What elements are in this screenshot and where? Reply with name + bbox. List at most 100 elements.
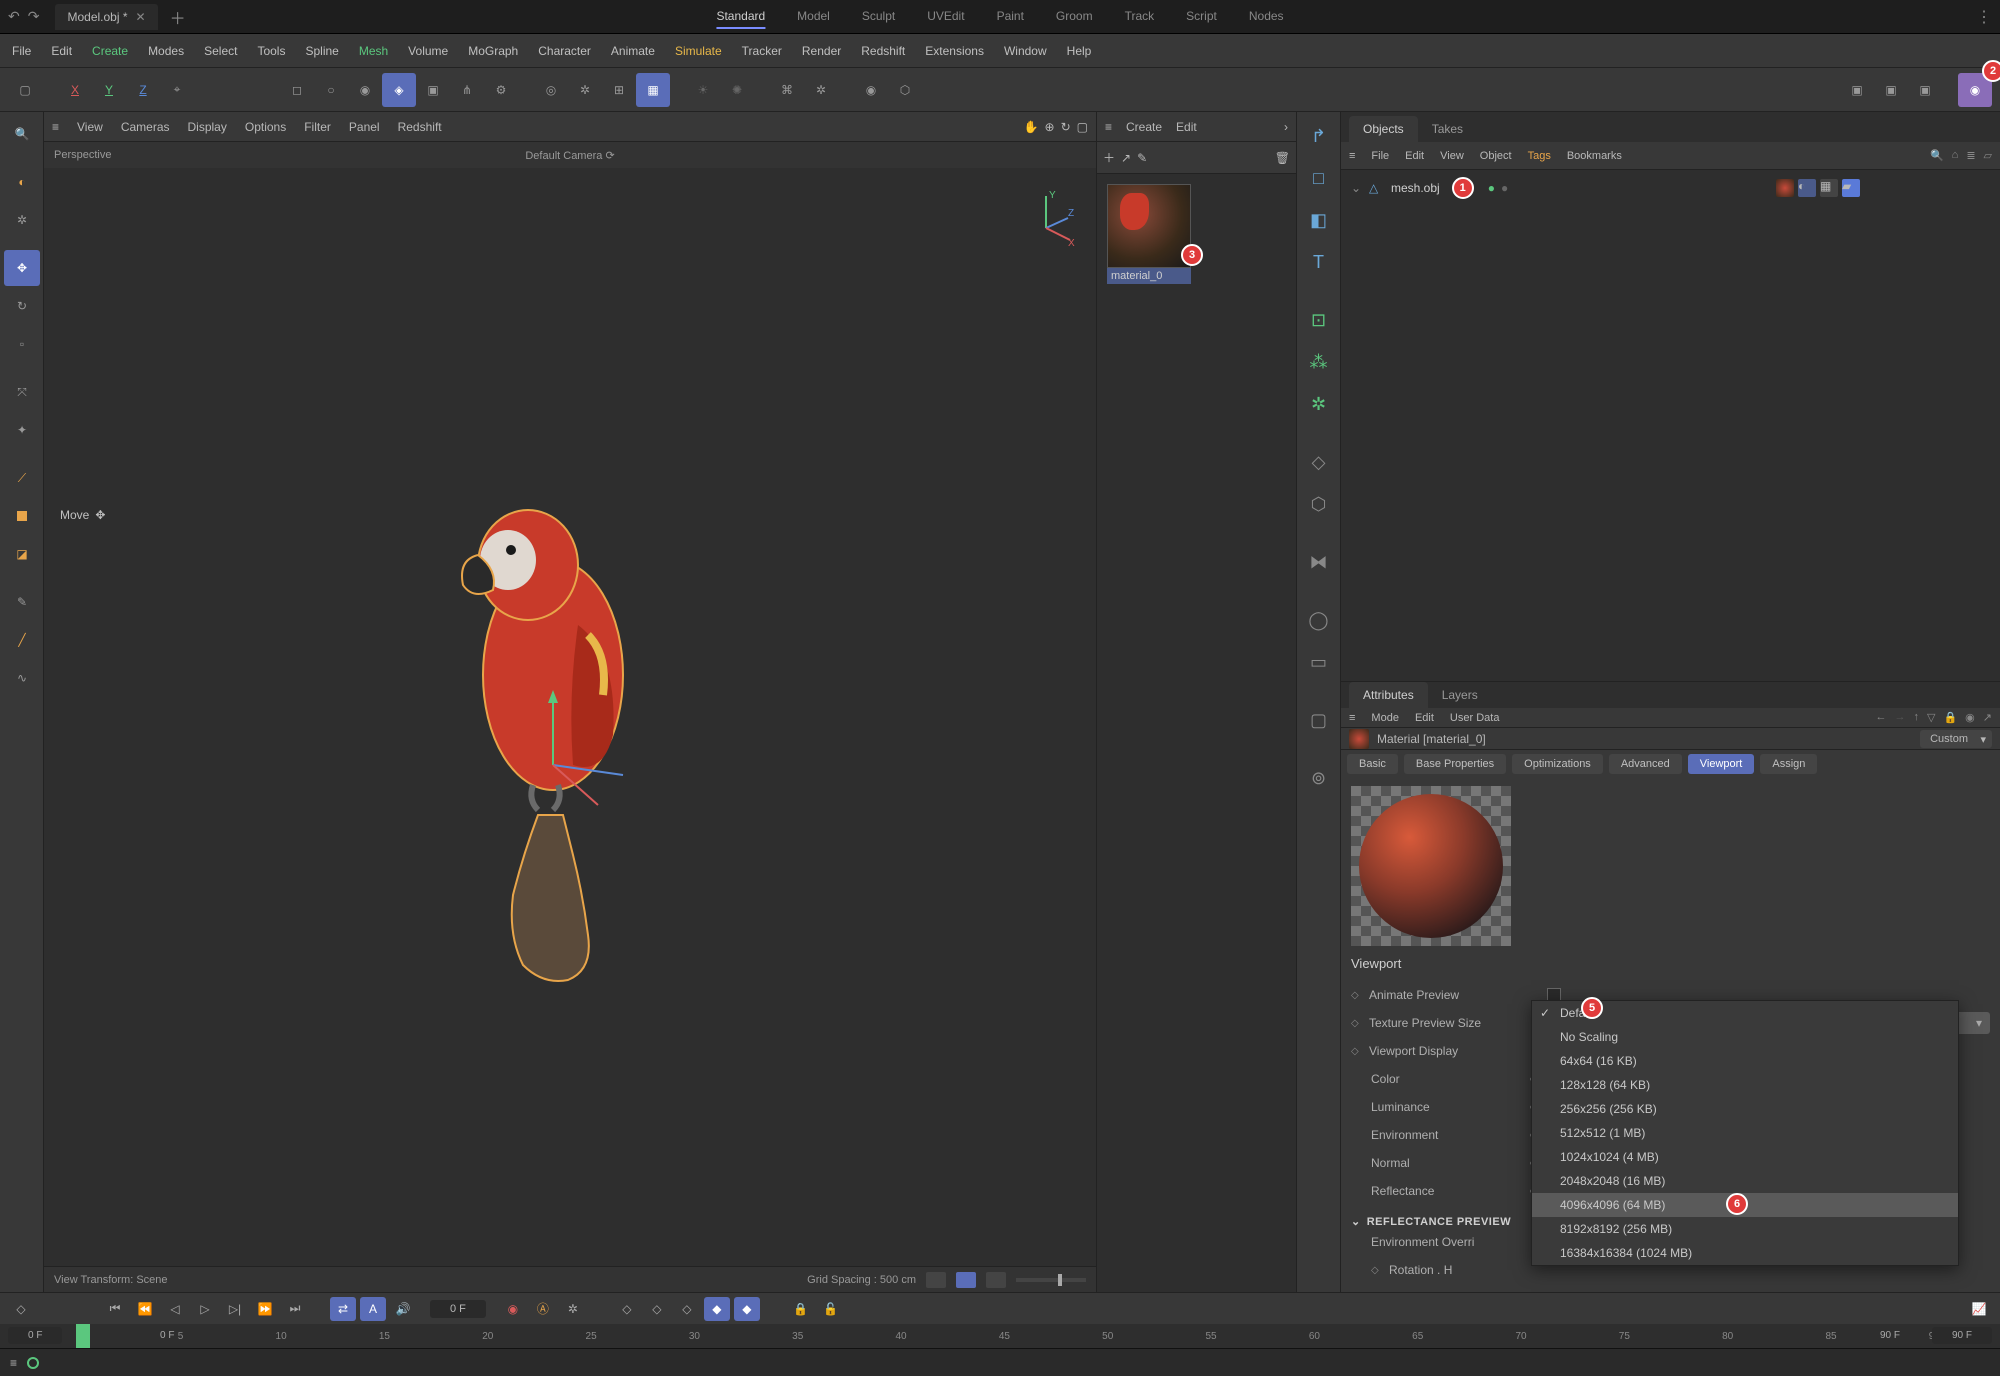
mat-eyedrop-icon[interactable]: ✎ xyxy=(1137,151,1147,165)
obj-filter-icon[interactable]: ≣ xyxy=(1966,149,1975,162)
redo-icon[interactable]: ↷ xyxy=(28,8,40,25)
obj-search-icon[interactable]: 🔍 xyxy=(1930,149,1944,162)
material-thumbnail[interactable]: material_0 3 xyxy=(1107,184,1191,284)
menu-animate[interactable]: Animate xyxy=(611,44,655,58)
mat-add-icon[interactable]: ＋ xyxy=(1103,149,1115,166)
vis-gray-dot[interactable]: ● xyxy=(1501,181,1508,195)
dd-item-4096[interactable]: 4096x4096 (64 MB) 6 xyxy=(1532,1193,1958,1217)
menu-tools[interactable]: Tools xyxy=(257,44,285,58)
primitive-icon[interactable]: ◈ xyxy=(382,73,416,107)
scale-key-icon[interactable]: ◇ xyxy=(674,1297,700,1321)
dd-item-64[interactable]: 64x64 (16 KB) xyxy=(1532,1049,1958,1073)
dd-item-2048[interactable]: 2048x2048 (16 MB) xyxy=(1532,1169,1958,1193)
atab-viewport[interactable]: Viewport xyxy=(1688,754,1755,774)
vp-menu-options[interactable]: Options xyxy=(245,120,286,134)
rot-key-icon[interactable]: ◇ xyxy=(644,1297,670,1321)
vp-frame-icon[interactable]: ▢ xyxy=(1077,120,1088,134)
unlock-icon[interactable]: 🔓 xyxy=(818,1297,844,1321)
world-axis-icon[interactable]: ⌖ xyxy=(160,73,194,107)
layout-paint[interactable]: Paint xyxy=(997,5,1024,29)
gear-icon[interactable]: ⚙ xyxy=(484,73,518,107)
text-tool-icon[interactable]: T xyxy=(1301,244,1337,280)
mat-menu-more[interactable]: › xyxy=(1284,120,1288,134)
light-icon[interactable]: ☀ xyxy=(686,73,720,107)
spline-tool[interactable]: ⟋ xyxy=(4,460,40,496)
menu-extensions[interactable]: Extensions xyxy=(925,44,984,58)
axis-gizmo[interactable]: Y Z X xyxy=(1016,188,1076,248)
attr-hamburger-icon[interactable]: ≡ xyxy=(1349,712,1355,724)
menu-redshift[interactable]: Redshift xyxy=(861,44,905,58)
obj-menu-file[interactable]: File xyxy=(1371,150,1389,162)
screen-icon[interactable]: ▢ xyxy=(1301,702,1337,738)
render-region-icon[interactable]: ▣ xyxy=(1874,73,1908,107)
dd-item-8192[interactable]: 8192x8192 (256 MB) xyxy=(1532,1217,1958,1241)
cylinder-icon[interactable]: ○ xyxy=(314,73,348,107)
camera-label[interactable]: Default Camera ⟳ xyxy=(525,149,614,162)
mode-dropdown[interactable]: Custom xyxy=(1920,730,1992,748)
keyframe-icon[interactable]: ◇ xyxy=(1351,1018,1361,1029)
square-tool-icon[interactable]: □ xyxy=(1301,160,1337,196)
render-icon[interactable]: ▣ xyxy=(1840,73,1874,107)
attr-lock-icon[interactable]: 🔒 xyxy=(1943,711,1957,724)
keyoptions-icon[interactable]: ✲ xyxy=(560,1297,586,1321)
cube-tool-icon[interactable]: ◪ xyxy=(4,536,40,572)
move-tool[interactable]: ✥ xyxy=(4,250,40,286)
layout-sculpt[interactable]: Sculpt xyxy=(862,5,895,29)
atab-assign[interactable]: Assign xyxy=(1760,754,1817,774)
atab-optimizations[interactable]: Optimizations xyxy=(1512,754,1603,774)
autokey-icon[interactable]: A xyxy=(360,1297,386,1321)
vp-hamburger-icon[interactable]: ≡ xyxy=(52,120,59,134)
layout-nodes[interactable]: Nodes xyxy=(1249,5,1284,29)
range-end[interactable]: 90 F xyxy=(1860,1327,1920,1344)
menu-simulate[interactable]: Simulate xyxy=(675,44,722,58)
transform-tool1[interactable]: ⤧ xyxy=(4,374,40,410)
object-tree[interactable]: ⌄ △ mesh.obj 1 ● ● ◐ ▦ ▰ xyxy=(1341,170,2000,681)
obj-menu-bookmarks[interactable]: Bookmarks xyxy=(1567,150,1622,162)
playhead[interactable] xyxy=(76,1324,90,1348)
attr-back-icon[interactable]: ← xyxy=(1876,711,1887,724)
tab-takes[interactable]: Takes xyxy=(1418,116,1477,142)
rotate-tool[interactable]: ↻ xyxy=(4,288,40,324)
tab-objects[interactable]: Objects xyxy=(1349,116,1418,142)
sound-icon[interactable]: 🔊 xyxy=(390,1297,416,1321)
dd-item-1024[interactable]: 1024x1024 (4 MB) xyxy=(1532,1145,1958,1169)
mat-delete-icon[interactable]: 🗑 xyxy=(1275,151,1290,165)
vp-menu-filter[interactable]: Filter xyxy=(304,120,331,134)
prev-frame-icon[interactable]: ◁ xyxy=(162,1297,188,1321)
vp-menu-redshift[interactable]: Redshift xyxy=(398,120,442,134)
attr-new-icon[interactable]: ◉ xyxy=(1965,711,1975,724)
menu-edit[interactable]: Edit xyxy=(51,44,72,58)
dd-item-256[interactable]: 256x256 (256 KB) xyxy=(1532,1097,1958,1121)
current-frame[interactable]: 0 F xyxy=(430,1300,486,1318)
tab-layers[interactable]: Layers xyxy=(1428,682,1492,708)
attr-max-icon[interactable]: ↗ xyxy=(1983,711,1992,724)
attr-up-icon[interactable]: ↑ xyxy=(1914,711,1920,724)
material-large-preview[interactable] xyxy=(1351,786,1511,946)
layout-icon[interactable]: ▢ xyxy=(8,73,42,107)
axis-y-button[interactable]: Y xyxy=(92,73,126,107)
menu-mesh[interactable]: Mesh xyxy=(359,44,388,58)
range-end2[interactable]: 90 F xyxy=(1932,1327,1992,1344)
tex-tag[interactable]: ▰ xyxy=(1842,179,1860,197)
dd-item-128[interactable]: 128x128 (64 KB) xyxy=(1532,1073,1958,1097)
hex-icon[interactable]: ⬡ xyxy=(888,73,922,107)
pla-key-icon[interactable]: ◆ xyxy=(734,1297,760,1321)
mat-arrow-icon[interactable]: ↗ xyxy=(1121,151,1131,165)
goto-start-icon[interactable]: ⏮ xyxy=(102,1297,128,1321)
curve-tool[interactable]: ∿ xyxy=(4,660,40,696)
vp-pan-icon[interactable]: ✋ xyxy=(1024,120,1039,134)
menu-modes[interactable]: Modes xyxy=(148,44,184,58)
transform-tool2[interactable]: ✦ xyxy=(4,412,40,448)
loop-icon[interactable]: ⇄ xyxy=(330,1297,356,1321)
expand-icon[interactable]: ⌄ xyxy=(1351,181,1363,195)
atab-basic[interactable]: Basic xyxy=(1347,754,1398,774)
menu-file[interactable]: File xyxy=(12,44,31,58)
next-frame-icon[interactable]: ▷| xyxy=(222,1297,248,1321)
vis-green-dot[interactable]: ● xyxy=(1488,181,1495,195)
new-tab-button[interactable]: ＋ xyxy=(170,5,186,29)
vp-menu-panel[interactable]: Panel xyxy=(349,120,380,134)
attr-menu-mode[interactable]: Mode xyxy=(1371,712,1399,724)
material-tag[interactable] xyxy=(1776,179,1794,197)
select-tool[interactable]: ◐ xyxy=(4,164,40,200)
cloth-icon[interactable]: ⌘ xyxy=(770,73,804,107)
